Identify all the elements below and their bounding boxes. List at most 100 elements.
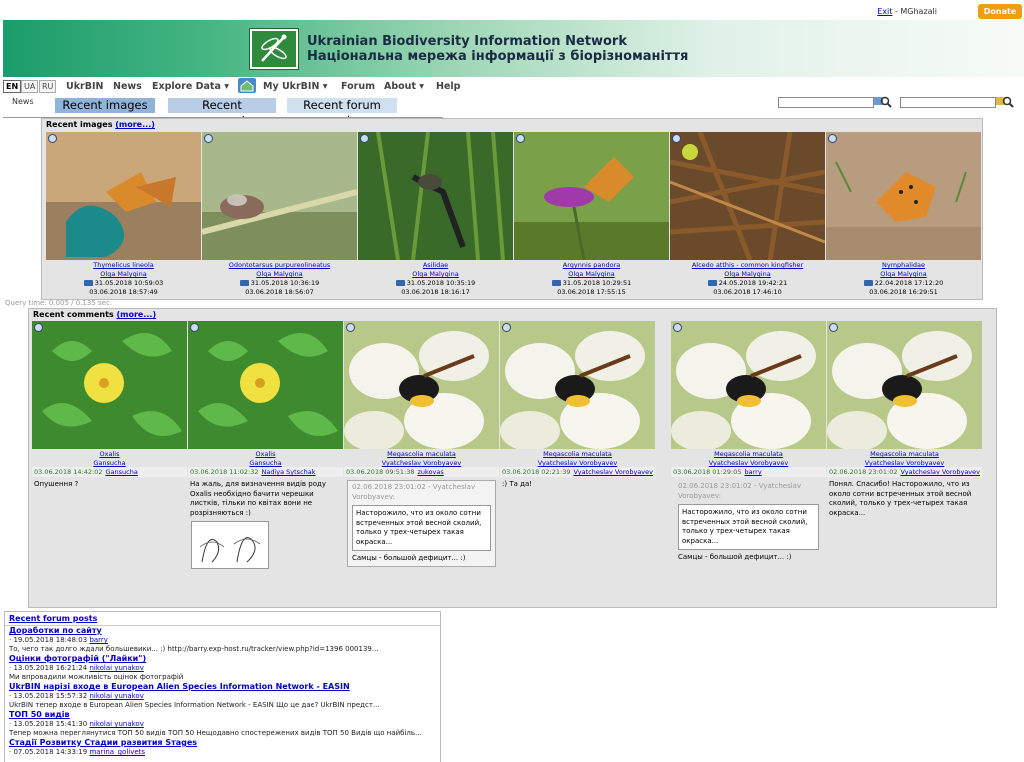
- author-link[interactable]: Vyatcheslav Vorobyavev: [382, 459, 462, 467]
- username: - MGhazali: [892, 7, 937, 16]
- commenter-link[interactable]: Nadiya Sytschak: [261, 468, 315, 476]
- menu-forum[interactable]: Forum: [341, 81, 375, 92]
- author-link[interactable]: Olga Malygina: [880, 270, 926, 278]
- author-link[interactable]: Olga Malygina: [568, 270, 614, 278]
- species-link[interactable]: Alcedo atthis - common kingfisher: [692, 261, 803, 269]
- author-link[interactable]: Olga Malygina: [724, 270, 770, 278]
- image-thumbnail[interactable]: [202, 132, 357, 260]
- image-thumbnail[interactable]: [500, 321, 655, 449]
- forum-post-title[interactable]: UkrBIN нарізі входе в European Alien Spe…: [9, 682, 350, 691]
- author-link[interactable]: Olga Malygina: [100, 270, 146, 278]
- lang-ua[interactable]: UA: [21, 80, 39, 93]
- forum-title-link[interactable]: Recent forum posts: [9, 614, 97, 623]
- species-search-input[interactable]: [778, 97, 874, 108]
- commenter-link[interactable]: zukovas: [417, 468, 443, 476]
- image-thumbnail[interactable]: [358, 132, 513, 260]
- author-link[interactable]: Olga Malygina: [412, 270, 458, 278]
- image-thumbnail[interactable]: [671, 321, 826, 449]
- photo-date: 31.05.2018 10:35:19: [406, 279, 476, 287]
- image-thumbnail[interactable]: [514, 132, 669, 260]
- donate-button[interactable]: Donate: [978, 4, 1022, 19]
- author-link[interactable]: Olga Malygina: [256, 270, 302, 278]
- image-thumbnail[interactable]: [32, 321, 187, 449]
- zoom-icon[interactable]: [502, 323, 511, 332]
- image-thumbnail[interactable]: [827, 321, 982, 449]
- forum-post-author[interactable]: marina_golivets: [89, 748, 145, 756]
- forum-post-author[interactable]: nikolai yunakov: [89, 720, 143, 728]
- tab-recent-comments[interactable]: Recent comments: [168, 98, 276, 127]
- zoom-icon[interactable]: [673, 323, 682, 332]
- image-card: Nymphalidae Olga Malygina 22.04.2018 17:…: [826, 132, 981, 296]
- forum-post-author[interactable]: barry: [89, 636, 108, 644]
- zoom-icon[interactable]: [360, 134, 369, 143]
- zoom-icon[interactable]: [516, 134, 525, 143]
- tab-recent-forum-posts[interactable]: Recent forum posts: [287, 98, 397, 127]
- location-search-input[interactable]: [900, 97, 996, 108]
- species-link[interactable]: Megascolia maculata: [714, 450, 783, 458]
- image-thumbnail[interactable]: [670, 132, 825, 260]
- quoted-comment: 02.06.2018 23:01:02 - Vyatcheslav Voroby…: [347, 480, 496, 567]
- comment-meta: 03.06.2018 14:42:02 Gansucha: [32, 467, 187, 477]
- lang-ru[interactable]: RU: [39, 80, 57, 93]
- home-icon[interactable]: [238, 78, 256, 93]
- image-thumbnail[interactable]: [344, 321, 499, 449]
- author-link[interactable]: Vyatcheslav Vorobyavev: [865, 459, 945, 467]
- species-link[interactable]: Megascolia maculata: [543, 450, 612, 458]
- image-thumbnail[interactable]: [188, 321, 343, 449]
- forum-header: Recent forum posts: [5, 612, 440, 626]
- author-link[interactable]: Vyatcheslav Vorobyavev: [709, 459, 789, 467]
- image-thumbnail[interactable]: [46, 132, 201, 260]
- query-time: Query time: 0.005 / 0.135 sec.: [5, 299, 113, 307]
- tab-recent-images[interactable]: Recent images: [55, 98, 155, 113]
- species-link[interactable]: Nymphalidae: [882, 261, 925, 269]
- species-link[interactable]: Oxalis: [256, 450, 276, 458]
- commenter-link[interactable]: Gansucha: [105, 468, 137, 476]
- comment-text: :) Та да!: [502, 480, 533, 488]
- author-link[interactable]: Gansucha: [249, 459, 281, 467]
- zoom-icon[interactable]: [829, 323, 838, 332]
- zoom-icon[interactable]: [828, 134, 837, 143]
- zoom-icon[interactable]: [672, 134, 681, 143]
- more-link[interactable]: (more...): [116, 310, 156, 319]
- species-link[interactable]: Thymelicus lineola: [93, 261, 154, 269]
- species-link[interactable]: Megascolia maculata: [387, 450, 456, 458]
- menu-ukrbin[interactable]: UkrBIN: [66, 81, 103, 92]
- menu-help[interactable]: Help: [436, 81, 460, 92]
- zoom-icon[interactable]: [190, 323, 199, 332]
- search-icon[interactable]: [874, 95, 892, 109]
- commenter-link[interactable]: barry: [744, 468, 761, 476]
- attached-drawing[interactable]: [191, 521, 269, 569]
- forum-post-author[interactable]: nikolai yunakov: [89, 692, 143, 700]
- forum-post-title[interactable]: ТОП 50 видів: [9, 710, 70, 719]
- comment-meta: 03.06.2018 02:21:39 Vyatcheslav Vorobyave…: [500, 467, 655, 477]
- commenter-link[interactable]: Vyatcheslav Vorobyavev: [900, 468, 980, 476]
- forum-post-author[interactable]: nikolai yunakov: [89, 664, 143, 672]
- comment-date: 03.06.2018 09:51:38: [346, 468, 415, 476]
- menu-about[interactable]: About ▾: [384, 81, 424, 92]
- menu-my-ukrbin[interactable]: My UkrBIN ▾: [263, 81, 328, 92]
- author-link[interactable]: Gansucha: [93, 459, 125, 467]
- author-link[interactable]: Vyatcheslav Vorobyavev: [538, 459, 618, 467]
- zoom-icon[interactable]: [48, 134, 57, 143]
- commenter-link[interactable]: Vyatcheslav Vorobyavev: [573, 468, 653, 476]
- dragonfly-logo-icon[interactable]: [249, 28, 299, 70]
- panel-title: Recent images: [46, 120, 113, 129]
- image-thumbnail[interactable]: [826, 132, 981, 260]
- menu-news[interactable]: News: [113, 81, 142, 92]
- exit-link[interactable]: Exit: [877, 7, 892, 16]
- zoom-icon[interactable]: [346, 323, 355, 332]
- zoom-icon[interactable]: [204, 134, 213, 143]
- forum-post-title[interactable]: Доработки по сайту: [9, 626, 102, 635]
- species-link[interactable]: Megascolia maculata: [870, 450, 939, 458]
- species-link[interactable]: Asilidae: [423, 261, 448, 269]
- menu-explore-data[interactable]: Explore Data ▾: [152, 81, 229, 92]
- search-icon[interactable]: [996, 95, 1014, 109]
- more-link[interactable]: (more...): [115, 120, 155, 129]
- forum-post-title[interactable]: Стадії Розвитку Стадии развития Sтages: [9, 738, 197, 747]
- species-link[interactable]: Argynnis pandora: [563, 261, 620, 269]
- species-link[interactable]: Oxalis: [100, 450, 120, 458]
- lang-en[interactable]: EN: [3, 80, 22, 93]
- zoom-icon[interactable]: [34, 323, 43, 332]
- species-link[interactable]: Odontotarsus purpureolineatus: [229, 261, 330, 269]
- forum-post-title[interactable]: Оцінки фотографій ("Лайки"): [9, 654, 146, 663]
